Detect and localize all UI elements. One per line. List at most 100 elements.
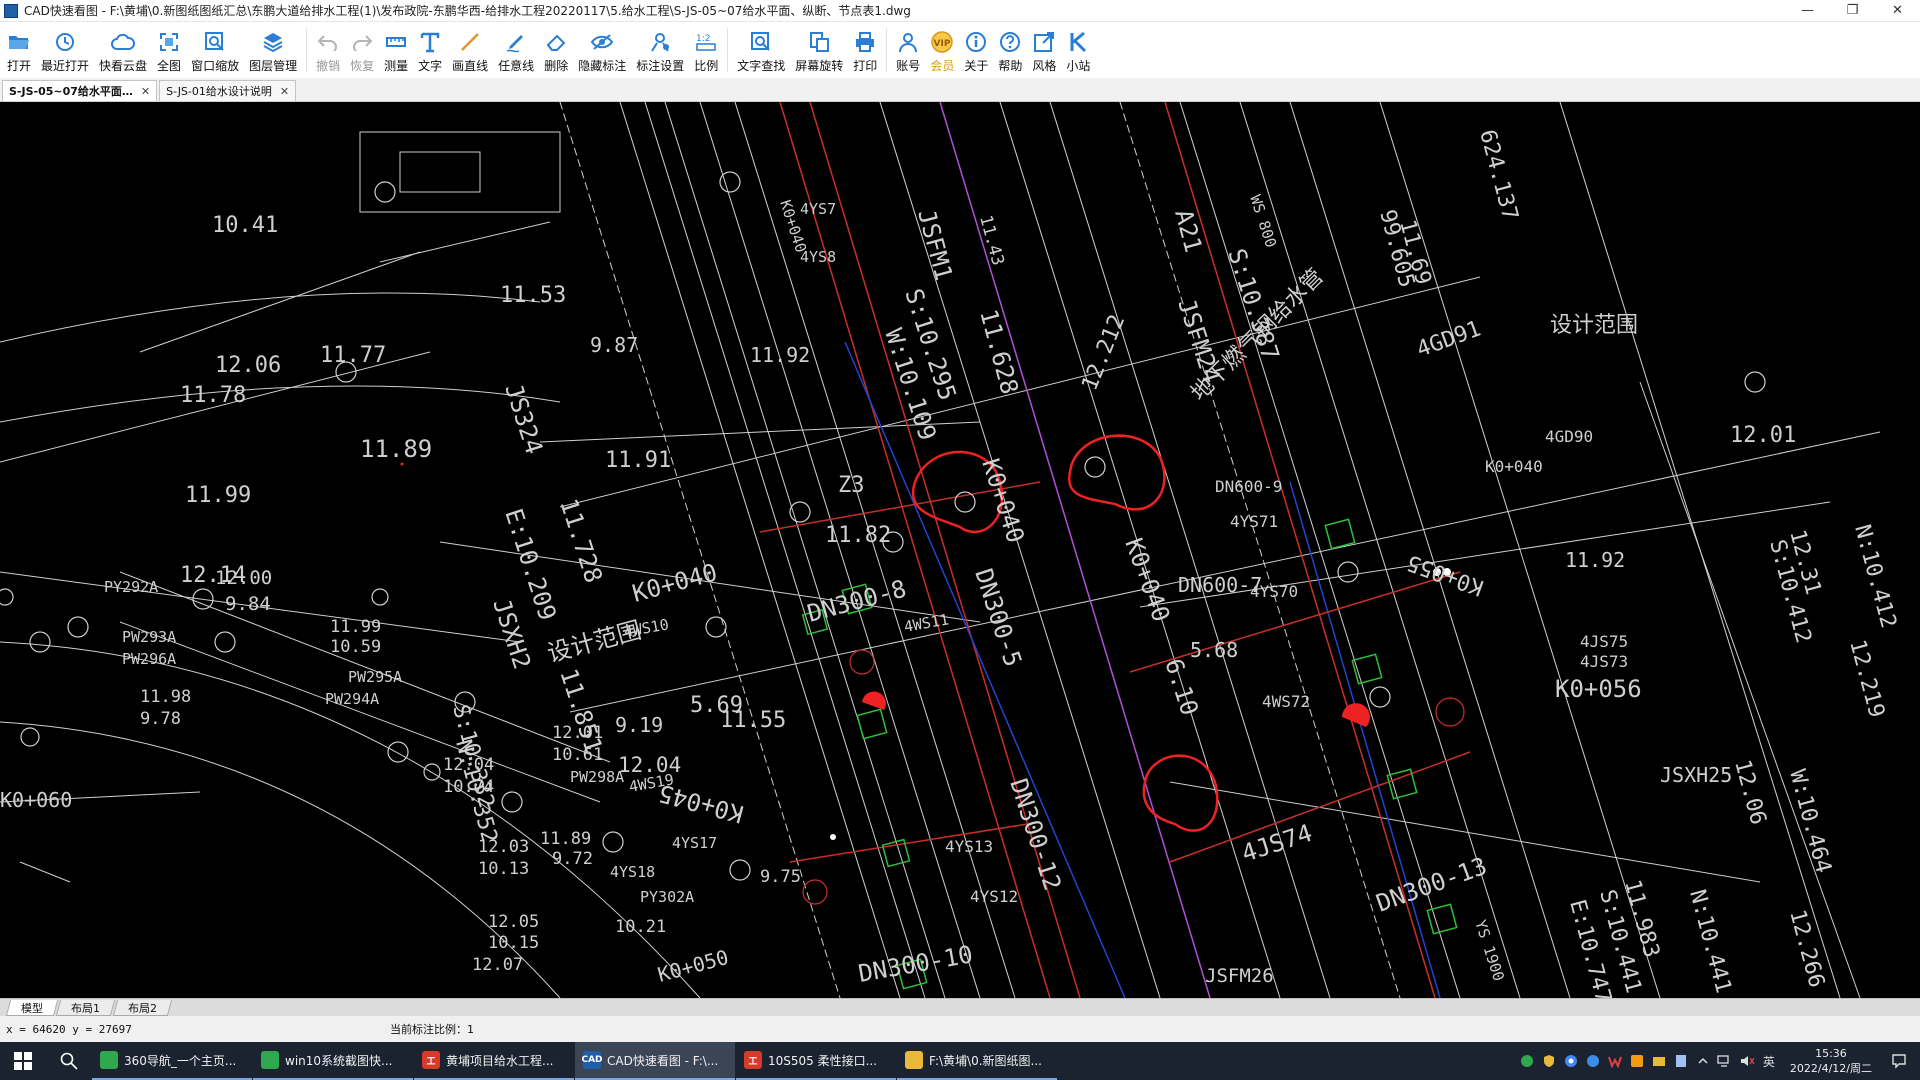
system-clock[interactable]: 15:36 2022/4/12/周二 bbox=[1780, 1046, 1882, 1076]
line-icon bbox=[458, 30, 482, 54]
taskbar-app-label: 10S505 柔性接口... bbox=[768, 1053, 878, 1068]
drawing-label: W:10.464 bbox=[1784, 767, 1836, 876]
cloud-icon bbox=[111, 30, 136, 54]
full-view-button[interactable]: 全图 bbox=[152, 22, 186, 78]
redo-button[interactable]: 恢复 bbox=[345, 22, 379, 78]
drawing-label: 9.19 bbox=[615, 713, 663, 737]
erase-button[interactable]: 删除 bbox=[539, 22, 573, 78]
wps-icon[interactable] bbox=[1605, 1051, 1625, 1071]
drawing-label: 9.84 bbox=[225, 593, 271, 615]
drawing-label: 11.728 bbox=[554, 495, 607, 586]
folder-yellow-icon[interactable] bbox=[1649, 1051, 1669, 1071]
taskbar-app-4[interactable]: 工 10S505 柔性接口... bbox=[736, 1042, 896, 1080]
close-button[interactable]: ✕ bbox=[1875, 0, 1920, 22]
freeline-button[interactable]: 任意线 bbox=[493, 22, 539, 78]
app-icon bbox=[905, 1051, 923, 1069]
document-icon[interactable] bbox=[1671, 1051, 1691, 1071]
shield-icon[interactable] bbox=[1539, 1051, 1559, 1071]
svg-text:1:2: 1:2 bbox=[696, 34, 710, 44]
main-toolbar: 打开 最近打开 快看云盘 全图 窗口缩放 图层管理 撤销 恢复 测量 文字 画直… bbox=[0, 22, 1920, 78]
doc-tab-notes[interactable]: S-JS-01给水设计说明 ✕ bbox=[159, 80, 297, 101]
chrome-icon[interactable] bbox=[1561, 1051, 1581, 1071]
drawing-label: JSFM1 bbox=[912, 206, 958, 283]
drawing-label: 12.00 bbox=[215, 567, 272, 589]
drawing-label: 11.55 bbox=[720, 708, 786, 733]
rotate-screen-button[interactable]: 屏幕旋转 bbox=[790, 22, 848, 78]
tray-expand-icon[interactable] bbox=[1693, 1051, 1713, 1071]
taskbar-app-3[interactable]: CAD CAD快速看图 - F:\... bbox=[575, 1042, 735, 1080]
notification-icon[interactable] bbox=[1882, 1042, 1916, 1080]
layout-tab-model[interactable]: 模型 bbox=[5, 999, 59, 1016]
drawing-label: 10.13 bbox=[478, 859, 529, 879]
windows-start-icon[interactable] bbox=[0, 1042, 46, 1080]
open-button[interactable]: 打开 bbox=[2, 22, 36, 78]
ime-indicator[interactable]: 英 bbox=[1759, 1051, 1779, 1071]
drawing-label: 12.219 bbox=[1844, 637, 1889, 720]
network-icon[interactable] bbox=[1715, 1051, 1735, 1071]
app-icon bbox=[100, 1051, 118, 1069]
scale-button[interactable]: 1:2 比例 bbox=[689, 22, 723, 78]
drawing-label: 12.05 bbox=[488, 912, 539, 932]
layers-button[interactable]: 图层管理 bbox=[244, 22, 302, 78]
drawing-label: 4JS74 bbox=[1238, 819, 1315, 868]
taskbar-app-5[interactable]: F:\黄埔\0.新图纸图... bbox=[897, 1042, 1057, 1080]
undo-button[interactable]: 撤销 bbox=[311, 22, 345, 78]
drawing-label: K0+040 bbox=[1119, 534, 1175, 625]
help-button[interactable]: 帮助 bbox=[993, 22, 1027, 78]
zoom-window-button[interactable]: 窗口缩放 bbox=[186, 22, 244, 78]
account-button[interactable]: 账号 bbox=[891, 22, 925, 78]
line-button[interactable]: 画直线 bbox=[447, 22, 493, 78]
drawing-label: JSXH25 bbox=[1660, 763, 1732, 787]
k-logo-icon bbox=[1066, 30, 1090, 54]
hide-marks-button[interactable]: 隐藏标注 bbox=[573, 22, 631, 78]
text-search-button[interactable]: 文字查找 bbox=[732, 22, 790, 78]
drawing-label: 4WS72 bbox=[1262, 692, 1310, 711]
orange-app-icon[interactable] bbox=[1627, 1051, 1647, 1071]
close-tab-icon[interactable]: ✕ bbox=[280, 85, 289, 98]
drawing-label: N:10.441 bbox=[1684, 887, 1736, 996]
drawing-label: 12.04 bbox=[443, 755, 494, 775]
station-button[interactable]: 小站 bbox=[1061, 22, 1095, 78]
style-button[interactable]: 风格 bbox=[1027, 22, 1061, 78]
drawing-label: PW296A bbox=[122, 650, 176, 668]
layout-tab-2[interactable]: 布局2 bbox=[112, 999, 173, 1016]
drawing-label: 设计范围 bbox=[1550, 313, 1638, 338]
drawing-label: 12.04 bbox=[618, 753, 681, 777]
doc-tab-plan[interactable]: S-JS-05~07给水平面… ✕ bbox=[2, 80, 158, 101]
text-button[interactable]: 文字 bbox=[413, 22, 447, 78]
close-tab-icon[interactable]: ✕ bbox=[141, 85, 150, 98]
search-icon[interactable] bbox=[46, 1042, 92, 1080]
taskbar-app-label: CAD快速看图 - F:\... bbox=[607, 1053, 719, 1068]
restore-button[interactable]: ❐ bbox=[1830, 0, 1875, 22]
drawing-label: JSFM26 bbox=[1205, 965, 1274, 987]
drawing-canvas[interactable]: 10.41 11.53 12.06 11.77 11.78 11.89 11.91 11.99… bbox=[0, 102, 1920, 998]
recent-button[interactable]: 最近打开 bbox=[36, 22, 94, 78]
cloud-button[interactable]: 快看云盘 bbox=[94, 22, 152, 78]
pen-icon bbox=[504, 30, 528, 54]
status-bar: x = 64620 y = 27697 当前标注比例：1 bbox=[0, 1016, 1920, 1042]
drawing-label: 10.74 bbox=[443, 777, 494, 797]
volume-muted-icon[interactable] bbox=[1737, 1051, 1757, 1071]
drawing-label: 10.59 bbox=[330, 637, 381, 657]
drawing-label: 11.92 bbox=[1565, 548, 1625, 572]
drawing-label: 11.99 bbox=[185, 483, 251, 508]
drawing-label: 11.89 bbox=[540, 829, 591, 849]
layers-icon bbox=[261, 30, 285, 54]
vip-button[interactable]: VIP 会员 bbox=[925, 22, 959, 78]
drawing-label: 4YS7 bbox=[800, 200, 836, 218]
minimize-button[interactable]: — bbox=[1785, 0, 1830, 22]
taskbar-app-1[interactable]: win10系统截图快... bbox=[253, 1042, 413, 1080]
browser-g-icon[interactable] bbox=[1583, 1051, 1603, 1071]
about-button[interactable]: 关于 bbox=[959, 22, 993, 78]
taskbar-app-0[interactable]: 360导航_一个主页... bbox=[92, 1042, 252, 1080]
taskbar-app-2[interactable]: 工黄埔项目给水工程... bbox=[414, 1042, 574, 1080]
drawing-label: PY302A bbox=[640, 888, 694, 906]
green-app-icon[interactable] bbox=[1517, 1051, 1537, 1071]
mark-settings-button[interactable]: 标注设置 bbox=[631, 22, 689, 78]
measure-button[interactable]: 测量 bbox=[379, 22, 413, 78]
print-button[interactable]: 打印 bbox=[848, 22, 882, 78]
cad-drawing[interactable]: 10.41 11.53 12.06 11.77 11.78 11.89 11.91 11.99… bbox=[0, 102, 1920, 998]
drawing-label: 4JS73 bbox=[1580, 652, 1628, 671]
scale-icon: 1:2 bbox=[694, 30, 718, 54]
layout-tab-1[interactable]: 布局1 bbox=[55, 999, 116, 1016]
